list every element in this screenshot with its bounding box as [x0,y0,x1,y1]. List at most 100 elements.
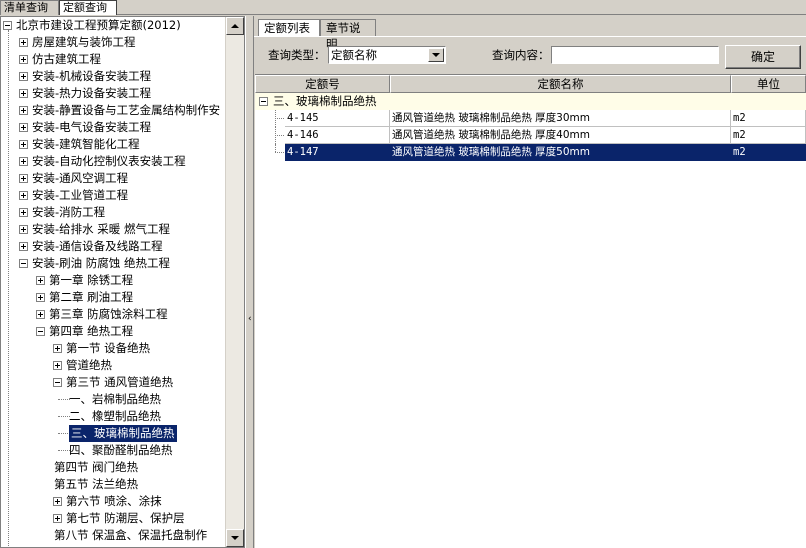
tree-node[interactable]: 安装-机械设备安装工程 [1,68,226,85]
expand-icon[interactable] [19,191,28,200]
tree-node[interactable]: 第四节 阀门绝热 [1,459,226,476]
tab-bill-query[interactable]: 清单查询 [0,0,59,15]
expand-icon[interactable] [36,276,45,285]
tree-node[interactable]: 第八节 保温盒、保温托盘制作 [1,527,226,544]
top-tab-bar: 清单查询 定额查询 [0,0,806,15]
expand-icon[interactable] [19,38,28,47]
collapse-icon[interactable] [53,378,62,387]
tree-node[interactable]: 第四章 绝热工程 [1,323,226,340]
tree-node[interactable]: 安装-刷油 防腐蚀 绝热工程 [1,255,226,272]
tree-node[interactable]: 安装-通风空调工程 [1,170,226,187]
scroll-down-button[interactable] [226,529,244,547]
cell-code: 4-147 [285,144,390,161]
tree-node-label: 安装-热力设备安装工程 [32,86,152,100]
query-type-value: 定额名称 [331,48,377,62]
expand-icon[interactable] [19,140,28,149]
tree-node[interactable]: 安装-静置设备与工艺金属结构制作安 [1,102,226,119]
col-header-unit[interactable]: 单位 [731,75,806,93]
tab-quota-list[interactable]: 定额列表 [258,19,320,36]
tree-leaf[interactable]: 一、岩棉制品绝热 [1,391,226,408]
expand-icon[interactable] [36,310,45,319]
tree-node-label: 第六节 喷涂、涂抹 [66,494,162,508]
query-content-input[interactable] [551,46,719,64]
tree-node-label: 安装-建筑智能化工程 [32,137,140,151]
collapse-icon[interactable] [36,327,45,336]
expand-icon[interactable] [36,293,45,302]
tree-node-label: 房屋建筑与装饰工程 [32,35,136,49]
tree-node[interactable]: 第一节 设备绝热 [1,340,226,357]
collapse-left-icon[interactable]: ‹ [248,314,252,324]
table-row[interactable]: 4-146 通风管道绝热 玻璃棉制品绝热 厚度40mm m2 [255,127,806,144]
tree-node[interactable]: 安装-通信设备及线路工程 [1,238,226,255]
tree-node-label: 管道绝热 [66,358,112,372]
tab-chapter-notes[interactable]: 章节说明 [320,19,376,51]
dropdown-button[interactable] [428,48,444,62]
tree-node[interactable]: 第三节 通风管道绝热 [1,374,226,391]
tree-node-label: 第二章 刷油工程 [49,290,134,304]
tree-leaf[interactable]: 四、聚酚醛制品绝热 [1,442,226,459]
tree-node[interactable]: 第七节 防潮层、保护层 [1,510,226,527]
group-row[interactable]: 三、玻璃棉制品绝热 [255,93,806,110]
quota-detail-panel: 定额列表 章节说明 查询类型： 定额名称 查询内容： 确定 定额号 定额名称 单… [254,16,806,548]
expand-icon[interactable] [19,208,28,217]
tree-node[interactable]: 第二章 刷油工程 [1,289,226,306]
col-header-code[interactable]: 定额号 [255,75,390,93]
arrow-down-icon [231,536,239,540]
tab-quota-query[interactable]: 定额查询 [59,0,117,15]
tree-node[interactable]: 第五节 法兰绝热 [1,476,226,493]
tree-node[interactable]: 第六节 喷涂、涂抹 [1,493,226,510]
table-row[interactable]: 4-145 通风管道绝热 玻璃棉制品绝热 厚度30mm m2 [255,110,806,127]
tree-leaf[interactable]: 三、玻璃棉制品绝热 [1,425,226,442]
tree-node[interactable]: 安装-电气设备安装工程 [1,119,226,136]
query-type-select[interactable]: 定额名称 [328,46,446,64]
tree-scrollbar[interactable] [225,17,244,547]
tree-node[interactable]: 第三章 防腐蚀涂料工程 [1,306,226,323]
expand-icon[interactable] [19,225,28,234]
panel-splitter[interactable]: ‹ [245,16,254,548]
collapse-icon[interactable] [3,21,12,30]
tree-node-label: 第一章 除锈工程 [49,273,134,287]
tree-node[interactable]: 安装-自动化控制仪表安装工程 [1,153,226,170]
cell-code: 4-146 [285,127,390,144]
tree-node[interactable]: 房屋建筑与装饰工程 [1,34,226,51]
tree-node[interactable]: 安装-工业管道工程 [1,187,226,204]
tree-node[interactable]: 安装-消防工程 [1,204,226,221]
query-content-label: 查询内容： [492,48,550,62]
tree-node-label: 安装-通风空调工程 [32,171,129,185]
expand-icon[interactable] [19,157,28,166]
tree-node-label: 安装-机械设备安装工程 [32,69,152,83]
expand-icon[interactable] [19,72,28,81]
tree-node[interactable]: 安装-建筑智能化工程 [1,136,226,153]
query-type-label: 查询类型： [268,48,326,62]
expand-icon[interactable] [19,55,28,64]
scroll-up-button[interactable] [226,17,244,35]
tree-node[interactable]: 管道绝热 [1,357,226,374]
tree-node[interactable]: 仿古建筑工程 [1,51,226,68]
expand-icon[interactable] [53,344,62,353]
confirm-button[interactable]: 确定 [725,45,801,69]
collapse-icon[interactable] [19,259,28,268]
expand-icon[interactable] [19,242,28,251]
expand-icon[interactable] [19,123,28,132]
expand-icon[interactable] [19,174,28,183]
col-header-name[interactable]: 定额名称 [390,75,731,93]
tree-node[interactable]: 第一章 除锈工程 [1,272,226,289]
tree-leaf[interactable]: 二、橡塑制品绝热 [1,408,226,425]
cell-code: 4-145 [285,110,390,127]
tree-node-label: 安装-电气设备安装工程 [32,120,152,134]
tree-node[interactable]: 安装-给排水 采暖 燃气工程 [1,221,226,238]
tree-node[interactable]: 安装-热力设备安装工程 [1,85,226,102]
tree-node-label: 四、聚酚醛制品绝热 [69,443,173,457]
expand-icon[interactable] [53,361,62,370]
expand-icon[interactable] [19,106,28,115]
quota-grid: 定额号 定额名称 单位 三、玻璃棉制品绝热 4-145 通风管道绝热 玻璃棉制品绝… [255,74,806,548]
expand-icon[interactable] [19,89,28,98]
collapse-icon[interactable] [259,97,268,106]
query-area: 查询类型： 定额名称 查询内容： 确定 定额号 定额名称 单位 三、玻璃棉制品绝… [254,36,806,548]
expand-icon[interactable] [53,497,62,506]
table-row[interactable]: 4-147 通风管道绝热 玻璃棉制品绝热 厚度50mm m2 [255,144,806,161]
cell-name: 通风管道绝热 玻璃棉制品绝热 厚度50mm [390,144,731,161]
expand-icon[interactable] [53,514,62,523]
tree-node-label: 仿古建筑工程 [32,52,101,66]
tree-node-label: 第四章 绝热工程 [49,324,134,338]
